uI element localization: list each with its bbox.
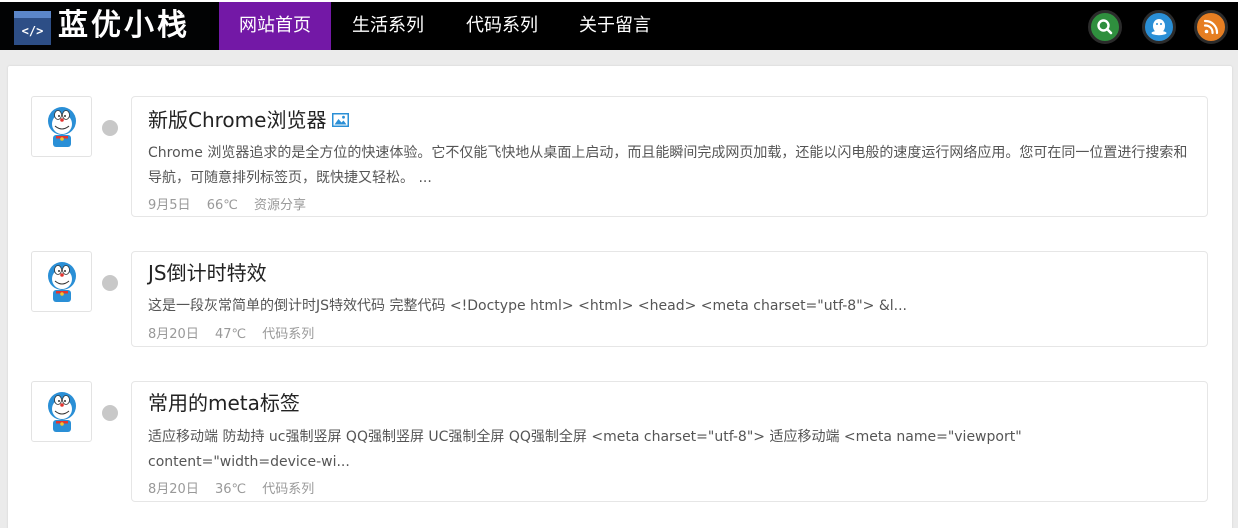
author-avatar[interactable] xyxy=(31,381,92,442)
post-views: 36℃ xyxy=(214,482,247,497)
timeline-dot xyxy=(97,400,123,426)
post-card[interactable]: 新版Chrome浏览器 Chrome 浏览器追求的是全方位的快速体验。它不仅能飞… xyxy=(131,96,1208,217)
qq-icon xyxy=(1151,19,1167,36)
timeline-dot xyxy=(97,115,123,141)
post-date: 8月20日 xyxy=(148,327,199,342)
post-category[interactable]: 代码系列 xyxy=(262,327,314,342)
post-date: 9月5日 xyxy=(148,198,191,213)
code-badge-header xyxy=(14,11,51,18)
rss-button[interactable] xyxy=(1194,10,1228,44)
post-excerpt: 这是一段灰常简单的倒计时JS特效代码 完整代码 <!Doctype html> … xyxy=(148,298,907,314)
post-title[interactable]: JS倒计时特效 xyxy=(148,258,267,288)
nav-life-series[interactable]: 生活系列 xyxy=(334,2,442,50)
post-date: 8月20日 xyxy=(148,482,199,497)
doraemon-avatar-icon xyxy=(48,107,76,147)
post-title[interactable]: 新版Chrome浏览器 xyxy=(148,105,350,135)
doraemon-avatar-icon xyxy=(48,262,76,302)
top-navigation-bar: </> 蓝优小栈 网站首页 生活系列 代码系列 关于留言 xyxy=(0,0,1238,50)
post-meta: 9月5日 66℃ 资源分享 xyxy=(148,196,318,216)
post-meta: 8月20日 36℃ 代码系列 xyxy=(148,480,326,500)
code-badge-icon: </> xyxy=(14,11,51,45)
site-name: 蓝优小栈 xyxy=(58,8,190,43)
doraemon-avatar-icon xyxy=(48,392,76,432)
post-title[interactable]: 常用的meta标签 xyxy=(148,388,300,418)
nav-code-series[interactable]: 代码系列 xyxy=(448,2,556,50)
author-avatar[interactable] xyxy=(31,251,92,312)
post-card[interactable]: 常用的meta标签 适应移动端 防劫持 uc强制竖屏 QQ强制竖屏 UC强制全屏… xyxy=(131,381,1208,502)
rss-icon xyxy=(1203,19,1219,35)
post-excerpt: Chrome 浏览器追求的是全方位的快速体验。它不仅能飞快地从桌面上启动，而且能… xyxy=(148,145,1188,186)
timeline-dot xyxy=(97,270,123,296)
code-badge-text: </> xyxy=(21,24,44,38)
nav-about-guestbook[interactable]: 关于留言 xyxy=(561,2,669,50)
post-category[interactable]: 代码系列 xyxy=(262,482,314,497)
post-card[interactable]: JS倒计时特效 这是一段灰常简单的倒计时JS特效代码 完整代码 <!Doctyp… xyxy=(131,251,1208,347)
site-logo[interactable]: </> 蓝优小栈 xyxy=(0,2,210,50)
search-icon xyxy=(1097,19,1113,35)
image-icon xyxy=(332,112,350,127)
search-button[interactable] xyxy=(1088,10,1122,44)
nav-home[interactable]: 网站首页 xyxy=(219,2,331,50)
post-views: 47℃ xyxy=(214,327,247,342)
post-meta: 8月20日 47℃ 代码系列 xyxy=(148,325,326,345)
post-excerpt: 适应移动端 防劫持 uc强制竖屏 QQ强制竖屏 UC强制全屏 QQ强制全屏 <m… xyxy=(148,429,1022,470)
post-views: 66℃ xyxy=(206,198,238,213)
post-title-text: 新版Chrome浏览器 xyxy=(148,108,327,132)
author-avatar[interactable] xyxy=(31,96,92,157)
post-category[interactable]: 资源分享 xyxy=(254,198,306,213)
qq-button[interactable] xyxy=(1142,10,1176,44)
